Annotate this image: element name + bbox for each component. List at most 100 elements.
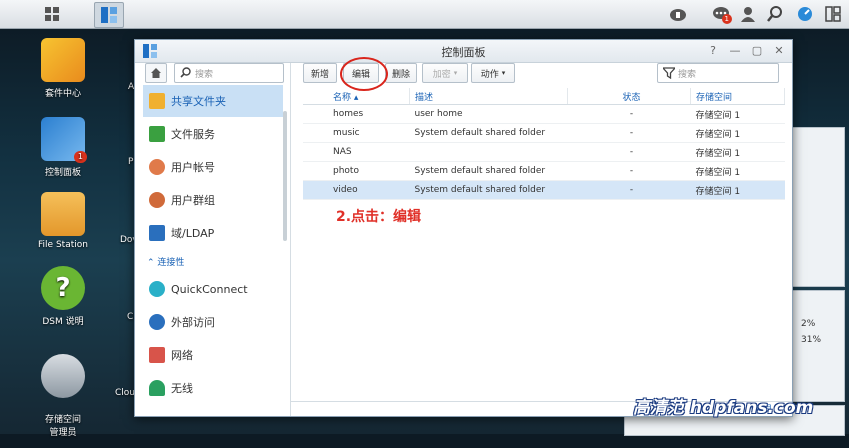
widgets-button[interactable] <box>794 3 816 25</box>
home-icon <box>151 68 161 78</box>
cloud-sync-button[interactable] <box>667 3 689 25</box>
cell-volume: 存储空间 1 <box>690 161 785 181</box>
chevron-down-icon: ▾ <box>501 69 506 77</box>
home-button[interactable] <box>145 63 167 83</box>
cell-description <box>409 142 568 162</box>
sidebar-item-label: 文件服务 <box>171 128 215 141</box>
wifi-icon <box>149 380 165 396</box>
cell-status: - <box>567 142 691 162</box>
desktop-badge: 1 <box>73 151 87 163</box>
sidebar-item-label: 外部访问 <box>171 316 215 329</box>
grid-icon <box>45 7 59 21</box>
column-header-status[interactable]: 状态 <box>567 88 691 105</box>
desktop-icon-label: 套件中心 <box>44 89 81 99</box>
section-title: 连接性 <box>157 258 185 268</box>
header-label: 名称 <box>333 92 352 103</box>
control-panel-icon: 1 <box>41 117 87 163</box>
sidebar: 搜索 共享文件夹 文件服务 用户帐号 用户群组 域/LDAP ⌃ 连接性 Qui… <box>135 63 291 416</box>
column-header-name[interactable]: 名称 ▴ <box>303 88 410 105</box>
maximize-button[interactable]: ▢ <box>749 43 765 59</box>
sidebar-item-domain-ldap[interactable]: 域/LDAP <box>143 217 283 249</box>
sidebar-item-file-services[interactable]: 文件服务 <box>143 118 283 150</box>
cell-name: music <box>303 123 410 143</box>
network-house-icon <box>149 347 165 363</box>
cell-description: System default shared folder <box>409 180 568 200</box>
cloud-icon <box>670 9 686 21</box>
sidebar-item-network[interactable]: 网络 <box>143 339 283 371</box>
column-header-description[interactable]: 描述 <box>409 88 568 105</box>
cell-status: - <box>567 104 691 124</box>
tutorial-annotation: 2.点击：编辑 <box>336 209 422 225</box>
widget-percent-1: 2% <box>801 319 816 329</box>
table-row[interactable]: homes user home - 存储空间 1 <box>303 104 785 124</box>
delete-button[interactable]: 删除 <box>385 63 417 83</box>
action-dropdown[interactable]: 动作 ▾ <box>471 63 515 83</box>
table-row-selected[interactable]: video System default shared folder - 存储空… <box>303 180 785 200</box>
folder-icon <box>41 192 85 236</box>
search-button[interactable] <box>764 3 786 25</box>
desktop-icon-control-panel[interactable]: 1 控制面板 <box>31 117 95 178</box>
table-row[interactable]: NAS - 存储空间 1 <box>303 142 785 162</box>
widget-panel-resource: 2% 31% <box>791 290 845 402</box>
sidebar-item-user[interactable]: 用户帐号 <box>143 151 283 183</box>
sidebar-item-label: 域/LDAP <box>171 227 215 240</box>
notifications-button[interactable]: 1 <box>710 3 732 25</box>
chevron-down-icon: ▾ <box>453 69 458 77</box>
sidebar-item-label: 无线 <box>171 382 193 395</box>
desktop-icon-label: File Station <box>38 240 88 250</box>
sidebar-item-shared-folder[interactable]: 共享文件夹 <box>143 85 283 117</box>
help-icon: ? <box>41 266 85 310</box>
desktop-icon-file-station[interactable]: File Station <box>31 192 95 250</box>
encrypt-dropdown[interactable]: 加密 ▾ <box>422 63 468 83</box>
close-button[interactable]: ✕ <box>771 43 787 59</box>
main-menu-button[interactable] <box>38 2 66 26</box>
shared-folder-icon <box>149 93 165 109</box>
create-button[interactable]: 新增 <box>303 63 337 83</box>
minimize-button[interactable]: — <box>727 43 743 59</box>
table-row[interactable]: music System default shared folder - 存储空… <box>303 123 785 143</box>
user-button[interactable] <box>737 3 759 25</box>
window-title: 控制面板 <box>441 46 486 59</box>
cell-volume: 存储空间 1 <box>690 142 785 162</box>
desktop-icon-package-center[interactable]: 套件中心 <box>31 38 95 99</box>
sidebar-search-placeholder: 搜索 <box>195 70 214 80</box>
desktop-icon-label: 控制面板 <box>44 168 81 178</box>
sidebar-item-group[interactable]: 用户群组 <box>143 184 283 216</box>
window-titlebar[interactable]: 控制面板 ? — ▢ ✕ <box>135 40 792 63</box>
notification-badge: 1 <box>721 14 732 24</box>
chevron-up-icon: ⌃ <box>147 258 155 268</box>
pilot-view-button[interactable] <box>822 3 844 25</box>
cell-description: System default shared folder <box>409 161 568 181</box>
section-connectivity[interactable]: ⌃ 连接性 <box>147 255 184 268</box>
control-panel-window: 控制面板 ? — ▢ ✕ 搜索 共享文件夹 文件服务 用户帐号 用户群组 域/L… <box>134 39 793 417</box>
cell-status: - <box>567 180 691 200</box>
cell-description: System default shared folder <box>409 123 568 143</box>
table-row[interactable]: photo System default shared folder - 存储空… <box>303 161 785 181</box>
sidebar-item-quickconnect[interactable]: QuickConnect <box>143 273 283 305</box>
control-panel-taskbar-button[interactable] <box>94 2 124 28</box>
highlight-circle <box>340 57 388 91</box>
sidebar-item-label: 共享文件夹 <box>171 95 226 108</box>
shared-folder-table: 名称 ▴ 描述 状态 存储空间 homes user home - 存储空间 1… <box>303 88 785 200</box>
cell-volume: 存储空间 1 <box>690 180 785 200</box>
search-icon <box>767 6 782 22</box>
user-icon <box>741 7 755 22</box>
cell-name: homes <box>303 104 410 124</box>
file-services-icon <box>149 126 165 142</box>
desktop-icon-dsm-help[interactable]: ? DSM 说明 <box>31 266 95 327</box>
cell-volume: 存储空间 1 <box>690 104 785 124</box>
sidebar-item-wireless[interactable]: 无线 <box>143 372 283 404</box>
cell-description: user home <box>409 104 568 124</box>
sidebar-item-external-access[interactable]: 外部访问 <box>143 306 283 338</box>
cell-name: photo <box>303 161 410 181</box>
encrypt-label: 加密 <box>432 69 451 80</box>
column-header-volume[interactable]: 存储空间 <box>690 88 785 105</box>
sidebar-search-input[interactable]: 搜索 <box>174 63 284 83</box>
group-icon <box>149 192 165 208</box>
taskbar: 1 <box>0 0 849 29</box>
help-button[interactable]: ? <box>705 43 721 59</box>
sidebar-scrollbar[interactable] <box>283 111 287 241</box>
desktop-icon-storage-manager[interactable]: 存储空间 管理员 <box>31 344 95 448</box>
globe-icon <box>149 314 165 330</box>
filter-search-input[interactable]: 搜索 <box>657 63 779 83</box>
